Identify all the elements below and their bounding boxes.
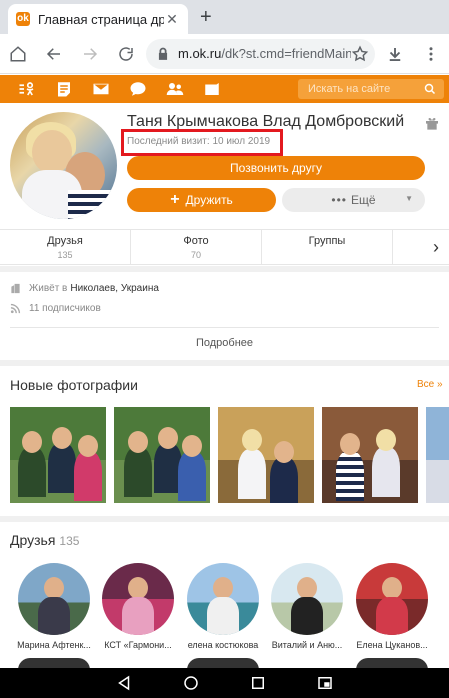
building-icon: [11, 283, 20, 294]
profile-tabs: Друзья 135 Фото 70 Группы ›: [0, 229, 449, 265]
friend-card[interactable]: КСТ «Гармони...: [95, 563, 181, 650]
nav-back-icon[interactable]: [115, 674, 133, 692]
rss-icon: [10, 303, 21, 314]
chevron-right-icon[interactable]: ›: [393, 230, 449, 264]
location-row: Живёт в Николаев, Украина: [10, 283, 159, 294]
bookmark-star-icon[interactable]: [351, 45, 369, 63]
forward-icon[interactable]: [72, 36, 108, 72]
friend-card[interactable]: Марина Афтенк...: [11, 563, 97, 650]
new-tab-icon[interactable]: +: [200, 7, 212, 27]
lock-icon: [158, 47, 168, 60]
divider: [0, 360, 449, 366]
wallet-icon[interactable]: [193, 75, 230, 103]
add-friend-button[interactable]: + Дружить: [127, 188, 276, 212]
dots-icon: •••: [331, 193, 348, 207]
profile-avatar[interactable]: [10, 112, 117, 219]
download-icon[interactable]: [377, 36, 413, 72]
site-search-input[interactable]: Искать на сайте: [298, 79, 444, 99]
system-nav-bar: [0, 668, 449, 698]
feed-icon[interactable]: [45, 75, 82, 103]
photo-thumbnail[interactable]: [322, 407, 418, 503]
friends-title: Друзья 135: [10, 532, 80, 548]
friend-card[interactable]: Елена Цуканов...: [349, 563, 435, 650]
gift-icon[interactable]: [424, 115, 440, 131]
browser-tab-strip: ok Главная страница друга ✕ +: [0, 0, 449, 34]
photo-thumbnail[interactable]: [10, 407, 106, 503]
menu-dots-icon[interactable]: [413, 36, 449, 72]
all-photos-link[interactable]: Все »: [417, 379, 443, 390]
close-icon[interactable]: ✕: [164, 11, 180, 28]
search-icon[interactable]: [424, 83, 436, 95]
reload-icon[interactable]: [108, 36, 144, 72]
address-bar[interactable]: m.ok.ru/dk?st.cmd=friendMain&s: [146, 38, 375, 69]
photo-thumbnail[interactable]: [218, 407, 314, 503]
nav-recents-icon[interactable]: [249, 674, 267, 692]
divider: [0, 516, 449, 522]
mail-icon[interactable]: [82, 75, 119, 103]
more-details-link[interactable]: Подробнее: [10, 327, 439, 359]
more-button[interactable]: ••• Ещё ▼: [282, 188, 425, 212]
plus-icon: +: [170, 191, 180, 208]
new-photos-title: Новые фотографии: [10, 377, 138, 393]
friend-card[interactable]: Виталий и Аню...: [264, 563, 350, 650]
tab-photos[interactable]: Фото 70: [131, 230, 262, 264]
photo-thumbnail[interactable]: [426, 407, 449, 503]
home-icon[interactable]: [0, 36, 36, 72]
photo-thumbnail[interactable]: [114, 407, 210, 503]
subscribers-row[interactable]: 11 подписчиков: [10, 303, 101, 314]
screen: ok Главная страница друга ✕ + m.ok.ru/dk…: [0, 0, 449, 698]
browser-toolbar: m.ok.ru/dk?st.cmd=friendMain&s: [0, 34, 449, 74]
ok-logo-icon: ok: [16, 12, 30, 26]
caret-down-icon: ▼: [405, 194, 413, 203]
friend-card[interactable]: елена костюкова: [180, 563, 266, 650]
ok-menu-icon[interactable]: [8, 75, 45, 103]
call-friend-button[interactable]: Позвонить другу: [127, 156, 425, 180]
chat-icon[interactable]: [119, 75, 156, 103]
url-text: m.ok.ru/dk?st.cmd=friendMain&s: [178, 46, 351, 61]
nav-window-icon[interactable]: [316, 674, 334, 692]
tab-friends[interactable]: Друзья 135: [0, 230, 131, 264]
tab-groups[interactable]: Группы: [262, 230, 393, 264]
site-header: Искать на сайте: [0, 75, 449, 103]
nav-home-icon[interactable]: [182, 674, 200, 692]
tab-title: Главная страница друга: [38, 11, 164, 27]
back-icon[interactable]: [36, 36, 72, 72]
browser-tab[interactable]: ok Главная страница друга ✕: [8, 4, 188, 34]
divider: [0, 266, 449, 272]
friends-icon[interactable]: [156, 75, 193, 103]
last-visit-text: Последний визит: 10 июл 2019: [127, 136, 271, 147]
